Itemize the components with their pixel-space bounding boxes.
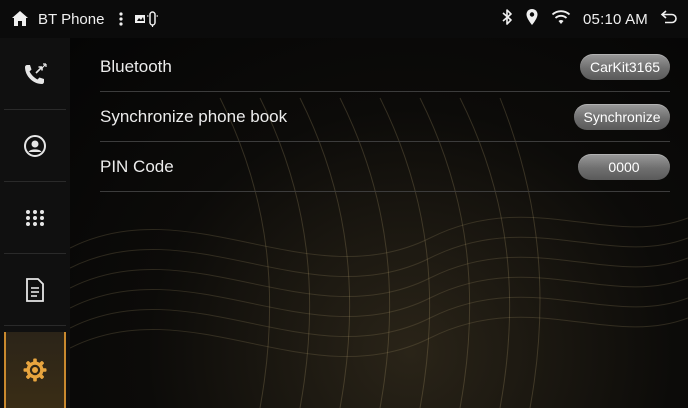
setting-row-bluetooth: Bluetooth CarKit3165 [100, 42, 670, 92]
clock: 05:10 AM [583, 10, 648, 28]
pin-code-button[interactable]: 0000 [578, 153, 670, 180]
sidebar-item-sms[interactable] [4, 254, 66, 326]
sidebar [0, 38, 70, 408]
back-icon[interactable] [660, 9, 678, 29]
contact-icon [23, 134, 47, 158]
sync-phonebook-label: Synchronize phone book [100, 106, 288, 126]
status-icons: 05:10 AM [501, 0, 678, 38]
synchronize-button[interactable]: Synchronize [574, 103, 670, 130]
sidebar-item-dialpad[interactable] [4, 182, 66, 254]
sidebar-item-contacts[interactable] [4, 110, 66, 182]
setting-row-pin-code: PIN Code 0000 [100, 142, 670, 192]
bluetooth-icon [501, 8, 513, 30]
app-title: BT Phone [38, 10, 105, 28]
sidebar-item-settings[interactable] [4, 332, 66, 408]
bluetooth-label: Bluetooth [100, 56, 172, 76]
sidebar-item-call-log[interactable] [4, 38, 66, 110]
call-arrows-icon [22, 61, 48, 87]
wifi-icon [551, 9, 571, 29]
settings-panel: Bluetooth CarKit3165 Synchronize phone b… [70, 38, 688, 408]
media-icon [134, 10, 160, 28]
device-name-button[interactable]: CarKit3165 [580, 53, 670, 80]
location-icon [525, 8, 539, 30]
document-icon [25, 277, 45, 303]
pin-code-label: PIN Code [100, 156, 174, 176]
setting-row-sync-phonebook: Synchronize phone book Synchronize [100, 92, 670, 142]
status-bar: BT Phone 05:10 AM [0, 0, 688, 38]
gear-icon [22, 357, 48, 383]
home-icon[interactable] [11, 10, 29, 28]
dialpad-icon [24, 207, 46, 229]
menu-dots-icon[interactable] [116, 11, 126, 27]
